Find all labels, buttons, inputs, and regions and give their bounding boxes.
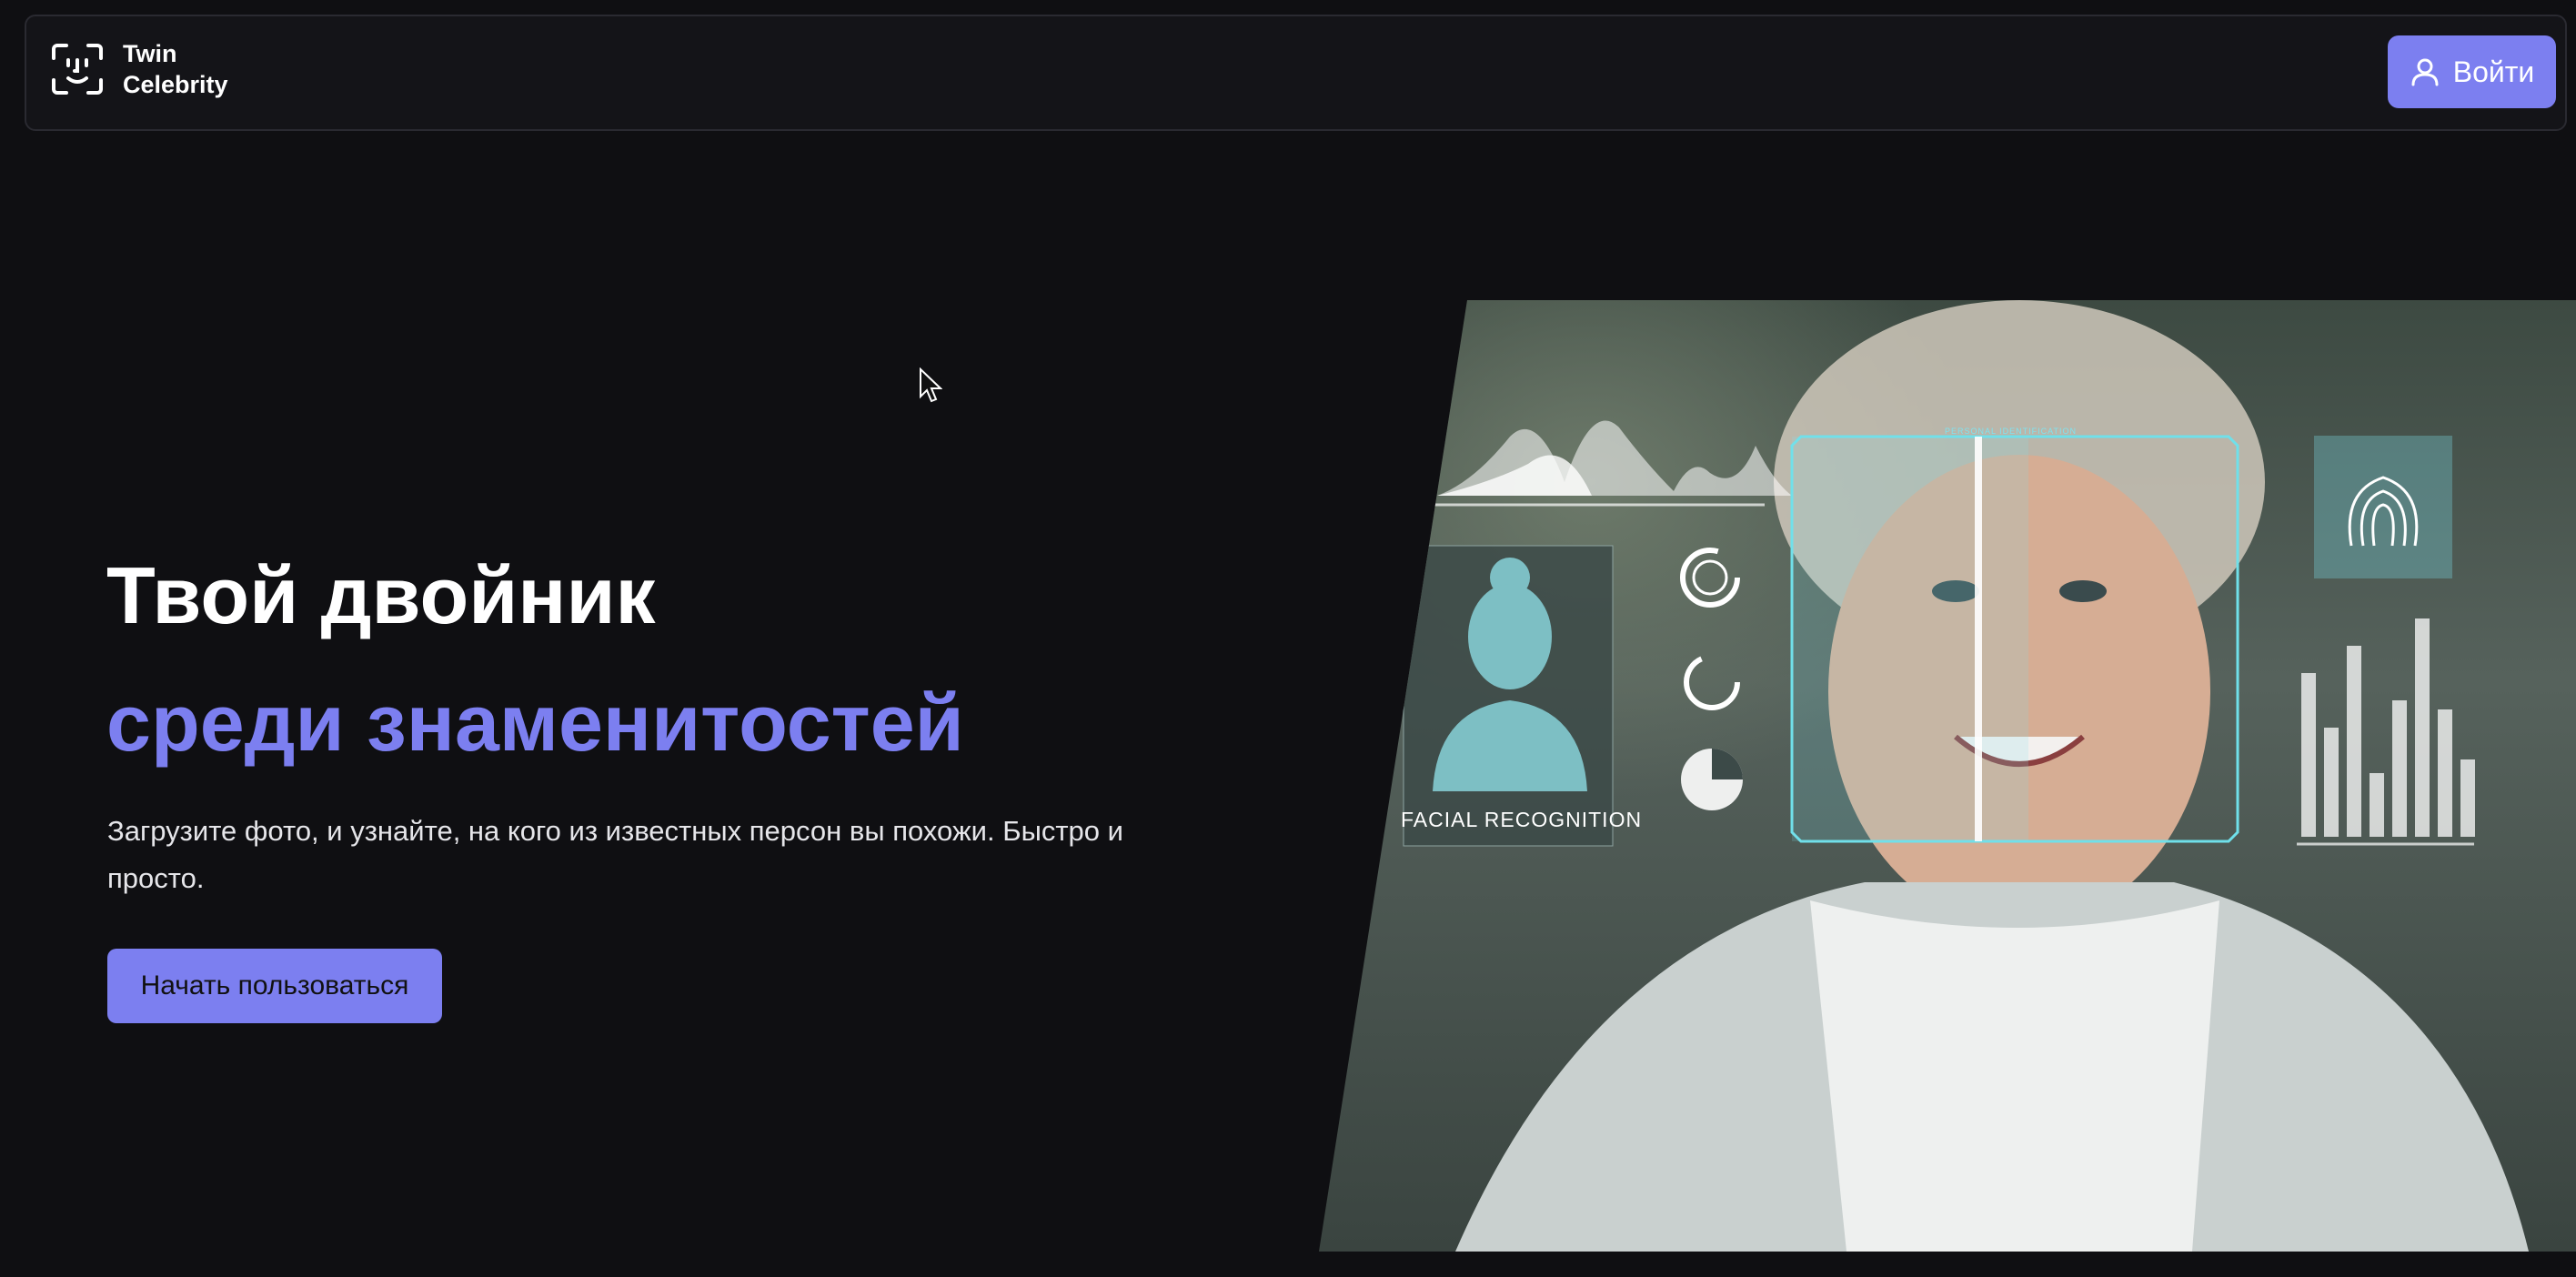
login-label: Войти — [2452, 55, 2535, 88]
personal-identification-label: PERSONAL IDENTIFICATION — [1945, 427, 2078, 436]
start-using-button[interactable]: Начать пользоваться — [107, 949, 442, 1023]
login-button[interactable]: Войти — [2388, 35, 2556, 108]
waveform-graphic — [1428, 420, 1792, 507]
hero-title-line-1: Твой двойник — [106, 550, 656, 640]
logo-line-1: Twin — [123, 40, 177, 67]
top-navbar: Twin Celebrity Войти — [25, 15, 2567, 131]
hero-description: Загрузите фото, и узнайте, на кого из из… — [107, 815, 1123, 894]
logo[interactable]: Twin Celebrity — [50, 38, 228, 100]
face-scan-icon — [52, 44, 103, 95]
hero-title-line-2: среди знаменитостей — [106, 678, 964, 768]
logo-text: Twin Celebrity — [123, 38, 228, 100]
fingerprint-graphic — [2314, 436, 2452, 578]
hero-image — [1319, 300, 2576, 1252]
pie-gauge — [1681, 749, 1743, 810]
facial-recognition-label: FACIAL RECOGNITION — [1401, 808, 1643, 831]
circular-gauges — [1680, 548, 1740, 710]
mouse-cursor-icon — [920, 367, 942, 403]
user-icon — [2411, 58, 2439, 86]
bar-chart-graphic — [2301, 618, 2475, 837]
logo-line-2: Celebrity — [123, 71, 228, 98]
face-recognition-hud — [1403, 300, 2529, 1252]
